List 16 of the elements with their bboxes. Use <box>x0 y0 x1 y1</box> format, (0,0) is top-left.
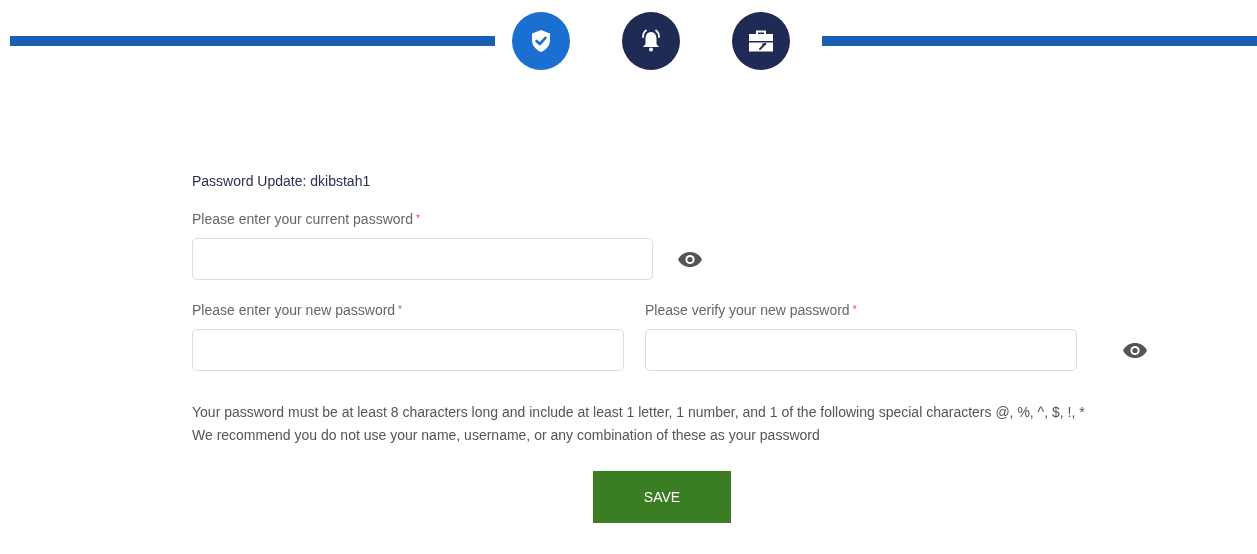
save-button[interactable]: SAVE <box>593 471 731 523</box>
eye-icon[interactable] <box>677 250 703 268</box>
step-button[interactable] <box>622 12 680 70</box>
hint-text: Your password must be at least 8 characters long and include at least 1 letter, 1 number, and 1 of the following special characters @, %, ^, $, !, * <box>192 403 1086 422</box>
step-button[interactable] <box>732 12 790 70</box>
field-label: Please enter your current password $^{*}$ <box>192 211 421 227</box>
toolbox-icon <box>747 29 775 53</box>
field-label: Please enter your new password $^{*}$ <box>192 302 403 318</box>
shield-check-icon <box>530 29 552 53</box>
eye-icon[interactable] <box>1122 341 1148 359</box>
form-title: Password Update: dkibstah1 <box>192 173 372 189</box>
input-field[interactable] <box>192 238 653 280</box>
hint-text: We recommend you do not use your name, username, or any combination of these as your password <box>192 426 821 445</box>
field-label: Please verify your new password $^{*}$ <box>645 302 858 318</box>
input-field[interactable] <box>645 329 1077 371</box>
input-field[interactable] <box>192 329 624 371</box>
